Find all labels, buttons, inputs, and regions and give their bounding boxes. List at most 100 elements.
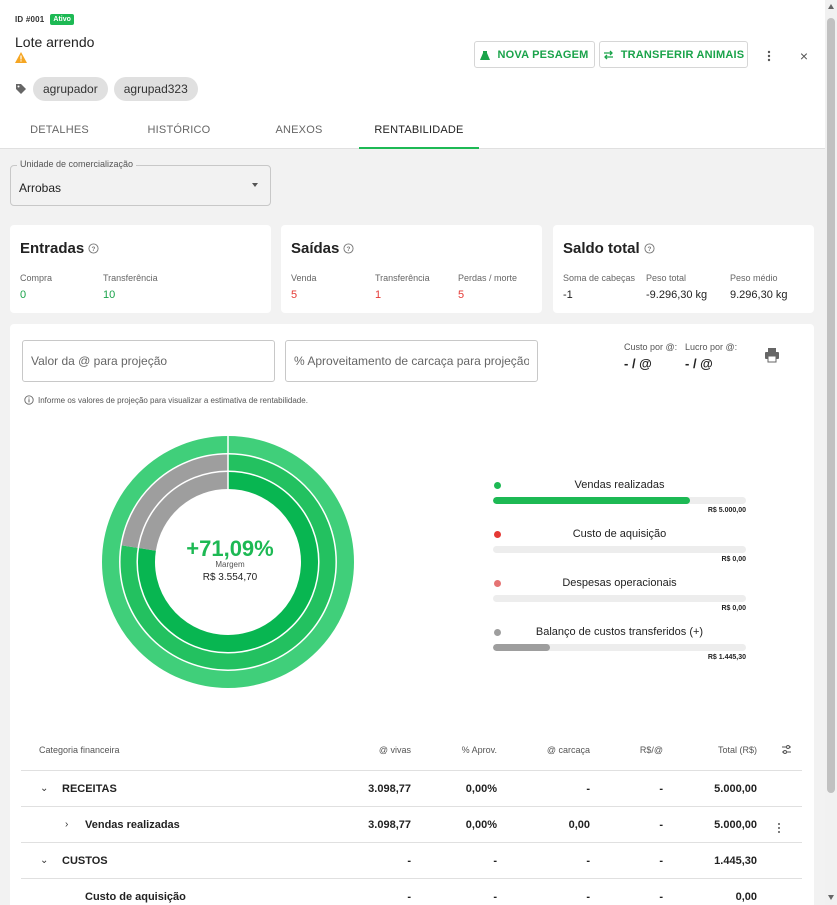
row-vivas: - (407, 855, 411, 867)
row-total: 1.445,30 (714, 855, 757, 867)
col-carcaca: @ carcaça (546, 745, 590, 755)
stat-value: -1 (563, 289, 573, 301)
aproveitamento-field[interactable] (285, 340, 538, 382)
tag-chip[interactable]: agrupad323 (113, 77, 198, 101)
saldo-title: Saldo total ? (563, 240, 655, 257)
legend-bar-fill (493, 497, 691, 504)
legend-bar (493, 546, 746, 553)
aproveitamento-input[interactable] (286, 341, 537, 381)
stat-label: Transferência (375, 273, 430, 283)
chevron-down-icon[interactable]: ⌄ (40, 783, 48, 794)
help-icon[interactable]: ? (644, 243, 655, 254)
scroll-down-icon[interactable] (828, 895, 834, 900)
row-category: Vendas realizadas (85, 819, 180, 831)
stat-label: Peso total (646, 273, 687, 283)
lucro-value: - / @ (685, 356, 713, 371)
legend-bar (493, 595, 746, 602)
tab-bar: DETALHES HISTÓRICO ANEXOS RENTABILIDADE (0, 112, 825, 149)
table-row[interactable]: › Vendas realizadas 3.098,77 0,00% 0,00 … (21, 807, 802, 843)
table-row[interactable]: Custo de aquisição - - - - 0,00 (21, 879, 802, 905)
legend-label: Despesas operacionais (562, 577, 677, 589)
row-rs-arroba: - (659, 855, 663, 867)
print-icon[interactable] (764, 347, 780, 363)
column-settings-icon[interactable] (781, 744, 792, 755)
row-aprov: 0,00% (465, 783, 497, 795)
chevron-right-icon[interactable]: › (65, 819, 68, 830)
saldo-card: Saldo total ? Soma de cabeças -1 Peso to… (553, 225, 814, 313)
status-badge: Ativo (50, 14, 74, 25)
rentabilidade-panel: Custo por @: - / @ Lucro por @: - / @ In… (10, 324, 814, 905)
row-more-icon[interactable] (776, 821, 782, 835)
tag-list: agrupador agrupad323 (15, 77, 198, 101)
stat-compra: Compra 0 (20, 273, 52, 301)
nova-pesagem-label: NOVA PESAGEM (497, 48, 589, 61)
stat-label: Soma de cabeças (563, 273, 636, 283)
svg-text:?: ? (92, 246, 96, 253)
nova-pesagem-button[interactable]: NOVA PESAGEM (474, 41, 595, 68)
entradas-title-text: Entradas (20, 240, 85, 257)
row-carcaca: - (586, 891, 590, 903)
stat-label: Compra (20, 273, 53, 283)
saldo-title-text: Saldo total (563, 240, 640, 257)
row-total: 5.000,00 (714, 819, 757, 831)
swap-icon (603, 50, 613, 59)
unidade-select-value: Arrobas (19, 181, 62, 195)
stat-venda: Venda 5 (291, 273, 317, 301)
scroll-up-icon[interactable] (828, 4, 834, 9)
row-carcaca: - (586, 855, 590, 867)
legend-bar-fill (493, 644, 550, 651)
tab-rentabilidade[interactable]: RENTABILIDADE (359, 112, 479, 149)
row-total: 5.000,00 (714, 783, 757, 795)
warning-icon[interactable] (15, 52, 27, 63)
stat-transferencia-saida: Transferência 1 (375, 273, 430, 301)
stat-value: 5 (458, 289, 465, 301)
lote-id: ID #001 (15, 15, 45, 24)
scroll-thumb[interactable] (827, 18, 835, 793)
chevron-down-icon[interactable]: ⌄ (40, 855, 48, 866)
help-icon[interactable]: ? (88, 243, 99, 254)
tab-detalhes[interactable]: DETALHES (0, 112, 119, 148)
legend-value: R$ 5.000,00 (707, 507, 746, 514)
more-options-button[interactable] (762, 48, 776, 64)
valor-arroba-input[interactable] (23, 341, 274, 381)
legend-vendas: Vendas realizadas R$ 5.000,00 (493, 479, 746, 514)
col-aprov: % Aprov. (461, 745, 497, 755)
tab-historico[interactable]: HISTÓRICO (119, 112, 239, 148)
stat-value: 5 (291, 289, 298, 301)
custo-label: Custo por @: (624, 342, 678, 352)
legend-balanco: Balanço de custos transferidos (+) R$ 1.… (493, 626, 746, 661)
vertical-scrollbar[interactable] (825, 0, 837, 905)
stat-peso-total: Peso total -9.296,30 kg (646, 273, 707, 301)
col-total: Total (R$) (717, 745, 757, 755)
saidas-title: Saídas ? (291, 240, 354, 257)
stat-value: -9.296,30 kg (646, 289, 708, 301)
legend-despesas: Despesas operacionais R$ 0,00 (493, 577, 746, 612)
stat-transferencia-entrada: Transferência 10 (103, 273, 158, 301)
tab-anexos[interactable]: ANEXOS (239, 112, 359, 148)
transferir-animais-button[interactable]: TRANSFERIR ANIMAIS (599, 41, 748, 68)
caret-down-icon (252, 183, 258, 187)
table-header: Categoria financeira @ vivas % Aprov. @ … (21, 733, 802, 771)
legend-value: R$ 1.445,30 (707, 654, 746, 661)
close-button[interactable]: × (797, 48, 811, 64)
id-row: ID #001 Ativo (15, 14, 74, 25)
financial-table: Categoria financeira @ vivas % Aprov. @ … (21, 733, 802, 905)
stat-value: 9.296,30 kg (730, 289, 788, 301)
stat-label: Perdas / morte (458, 273, 518, 283)
legend-bar (493, 644, 746, 651)
saidas-title-text: Saídas (291, 240, 340, 257)
col-vivas: @ vivas (378, 745, 411, 755)
stat-peso-medio: Peso médio 9.296,30 kg (730, 273, 788, 301)
table-row[interactable]: ⌄ RECEITAS 3.098,77 0,00% - - 5.000,00 (21, 771, 802, 807)
stat-label: Transferência (103, 273, 158, 283)
row-rs-arroba: - (659, 783, 663, 795)
unidade-select[interactable]: Unidade de comercialização Arrobas (10, 159, 271, 206)
row-category: RECEITAS (62, 783, 117, 795)
valor-arroba-field[interactable] (22, 340, 275, 382)
stat-label: Peso médio (730, 273, 778, 283)
help-icon[interactable]: ? (343, 243, 354, 254)
legend-custo-aquisicao: Custo de aquisição R$ 0,00 (493, 528, 746, 563)
tag-chip[interactable]: agrupador (33, 77, 108, 101)
margin-percent: +71,09% (186, 536, 274, 561)
table-row[interactable]: ⌄ CUSTOS - - - - 1.445,30 (21, 843, 802, 879)
